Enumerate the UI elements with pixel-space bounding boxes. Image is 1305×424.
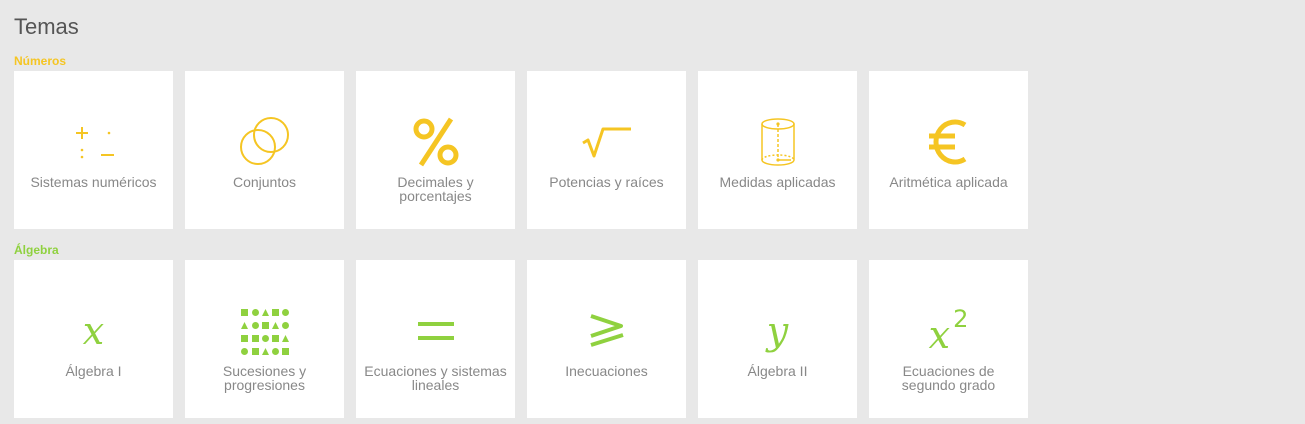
shape-sequence-icon — [185, 304, 344, 358]
card-label: Potencias y raíces — [549, 174, 664, 190]
exponent-two: 2 — [953, 305, 969, 333]
topic-card-sucesiones-progresiones[interactable]: Sucesiones y progresiones — [185, 260, 344, 418]
variable-y-icon: y — [766, 309, 789, 353]
topic-card-algebra-ii[interactable]: y Álgebra II — [698, 260, 857, 418]
equals-icon — [356, 304, 515, 358]
card-label: Sucesiones y progresiones — [222, 363, 307, 393]
card-label: Conjuntos — [232, 174, 297, 190]
topic-card-medidas-aplicadas[interactable]: Medidas aplicadas — [698, 71, 857, 229]
plus-minus-times-divide-icon — [14, 115, 173, 169]
card-label: Aritmética aplicada — [889, 174, 1008, 190]
card-label: Ecuaciones y sistemas lineales — [364, 363, 507, 393]
topic-card-algebra-i[interactable]: x Álgebra I — [14, 260, 173, 418]
section-label-numeros: Números — [14, 54, 67, 68]
card-label: Inecuaciones — [565, 363, 648, 379]
greater-equal-icon — [527, 304, 686, 358]
variable-x-icon: x — [82, 309, 105, 353]
topic-card-decimales-porcentajes[interactable]: Decimales y porcentajes — [356, 71, 515, 229]
card-label: Álgebra II — [747, 363, 808, 379]
venn-circles-icon — [185, 115, 344, 169]
card-label: Ecuaciones de segundo grado — [901, 363, 996, 393]
section-label-algebra: Álgebra — [14, 243, 59, 257]
card-label: Sistemas numéricos — [30, 174, 157, 190]
square-root-icon — [527, 115, 686, 169]
card-label: Medidas aplicadas — [719, 174, 836, 190]
topic-card-inecuaciones[interactable]: Inecuaciones — [527, 260, 686, 418]
topic-card-sistemas-numericos[interactable]: Sistemas numéricos — [14, 71, 173, 229]
topic-row-algebra: x Álgebra I Sucesiones y progresiones Ec… — [14, 260, 1028, 418]
euro-icon — [869, 115, 1028, 169]
x-squared-icon: x 2 — [928, 305, 969, 357]
card-label: Decimales y porcentajes — [397, 174, 474, 204]
page-title: Temas — [14, 14, 79, 39]
topic-card-ecuaciones-sistemas-lineales[interactable]: Ecuaciones y sistemas lineales — [356, 260, 515, 418]
topic-card-conjuntos[interactable]: Conjuntos — [185, 71, 344, 229]
percent-icon — [356, 115, 515, 169]
cylinder-icon — [698, 115, 857, 169]
topic-card-potencias-raices[interactable]: Potencias y raíces — [527, 71, 686, 229]
card-label: Álgebra I — [65, 363, 122, 379]
topic-card-ecuaciones-segundo-grado[interactable]: x 2 Ecuaciones de segundo grado — [869, 260, 1028, 418]
topic-card-aritmetica-aplicada[interactable]: Aritmética aplicada — [869, 71, 1028, 229]
topic-row-numeros: Sistemas numéricos Conjuntos Decimales y… — [14, 71, 1028, 229]
